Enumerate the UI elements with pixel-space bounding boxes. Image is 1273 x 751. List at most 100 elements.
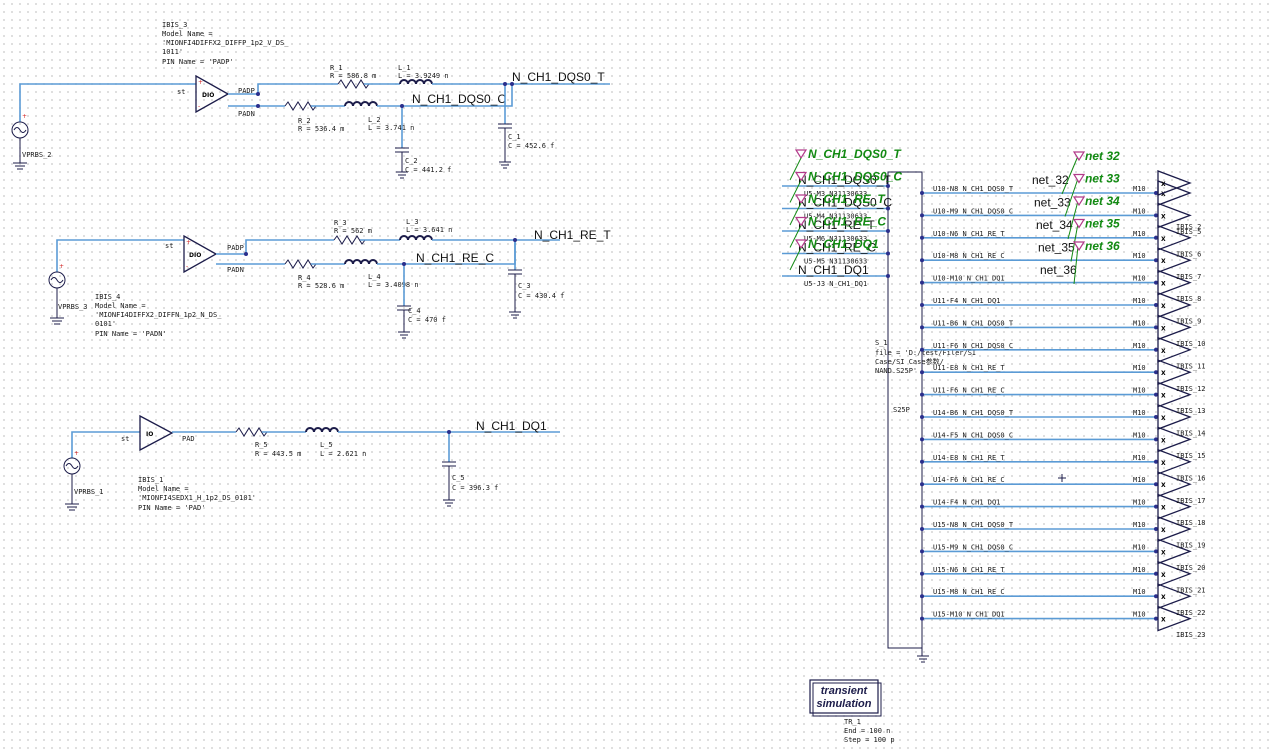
ibis-label: IBIS_23	[1176, 631, 1206, 639]
sparam-right-pin[interactable]	[920, 571, 924, 576]
sparam-right-pin[interactable]	[920, 482, 924, 487]
ibis-label: IBIS_21	[1176, 586, 1206, 594]
net-label: net_34	[1036, 218, 1073, 232]
sparam-right-pin[interactable]	[920, 459, 924, 464]
model-label: M10	[1133, 275, 1146, 283]
ibis-label: IBIS_12	[1176, 385, 1206, 393]
svg-text:DIO: DIO	[202, 92, 214, 99]
svg-text:IO: IO	[146, 431, 153, 438]
ibis-label: IBIS_22	[1176, 609, 1206, 617]
buffer-x-label: X	[1161, 348, 1166, 355]
svg-text:Step = 100 p: Step = 100 p	[844, 736, 895, 744]
probe-marker[interactable]	[1072, 173, 1086, 184]
ibis-label: IBIS_19	[1176, 542, 1206, 550]
sparam-right-pin[interactable]	[920, 594, 924, 599]
model-label: M10	[1133, 207, 1146, 215]
svg-text:st: st	[121, 435, 129, 443]
svg-text:R = 528.6 m: R = 528.6 m	[298, 282, 344, 290]
sparam-right-pin[interactable]	[920, 258, 924, 263]
svg-text:C = 430.4 f: C = 430.4 f	[518, 292, 564, 300]
probe-label: net 33	[1085, 172, 1120, 186]
sparam-right-pin[interactable]	[920, 235, 924, 240]
sparam-right-port-label: U14-F5 N_CH1_DQS0_C	[933, 431, 1013, 439]
sparam-right-port-label: U10-M9 N_CH1_DQS0_C	[933, 207, 1013, 215]
svg-text:C = 441.2 f: C = 441.2 f	[405, 166, 451, 174]
sparam-name: S_1	[875, 339, 888, 347]
sparam-right-port-label: U11-F4 N_CH1_DQ1	[933, 297, 1000, 305]
sparam-right-pin[interactable]	[920, 370, 924, 375]
transient-simulation-block[interactable]: transient simulation TR_1 End = 100 n St…	[809, 679, 895, 744]
svg-text:+: +	[22, 113, 27, 120]
model-label: M10	[1133, 454, 1146, 462]
probe-label: N_CH1_RE_T	[808, 192, 886, 206]
sparam-right-port-label: U10-N6 N_CH1_RE_T	[933, 230, 1005, 238]
sparam-left-net-label: N_CH1_DQ1	[798, 263, 869, 277]
svg-text:+: +	[74, 450, 79, 457]
net-label-dqs0-c: N_CH1_DQS0_C	[412, 92, 506, 106]
sparam-right-pin[interactable]	[920, 504, 924, 509]
svg-text:L_3: L_3	[406, 218, 419, 226]
svg-text:C_4: C_4	[408, 307, 421, 315]
buffer-x-label: X	[1161, 213, 1166, 220]
sparam-left-pin[interactable]	[886, 229, 890, 233]
inductor-l3[interactable]	[399, 235, 433, 241]
buffer-x-label: X	[1161, 236, 1166, 243]
probe-marker[interactable]	[1072, 151, 1086, 162]
svg-text:C = 470 f: C = 470 f	[408, 316, 446, 324]
sparam-right-pin[interactable]	[920, 392, 924, 397]
sparam-right-port-label: U10-M10 N_CH1_DQ1	[933, 275, 1005, 283]
svg-text:Model Name =: Model Name =	[95, 302, 146, 310]
inductor-l2[interactable]	[344, 101, 378, 107]
ibis3-label: IBIS_3	[162, 21, 187, 29]
schematic-svg: + VPRBS_2 st DIO + - PADP PADN IBIS_3 Mo…	[11, 21, 1206, 744]
model-label: M10	[1133, 476, 1146, 484]
sparam-left-pin[interactable]	[886, 251, 890, 256]
model-label: M10	[1133, 499, 1146, 507]
schematic-canvas[interactable]: + VPRBS_2 st DIO + - PADP PADN IBIS_3 Mo…	[0, 0, 1273, 751]
svg-text:C_5: C_5	[452, 474, 465, 482]
sparam-right-port-label: U11-F6 N_CH1_DQS0_C	[933, 342, 1013, 350]
sparam-right-pin[interactable]	[920, 347, 924, 352]
ibis-label: IBIS_9	[1176, 318, 1201, 326]
probe-marker[interactable]	[1072, 241, 1086, 252]
probe-marker[interactable]	[1072, 218, 1086, 229]
ibis-label: IBIS_6	[1176, 250, 1201, 258]
svg-text:C_2: C_2	[405, 157, 418, 165]
buffer-io[interactable]	[139, 414, 174, 452]
sparam-block[interactable]: S25P S_1 file = 'D:/test/Filer/SI Case/S…	[782, 147, 1206, 663]
inductor-l5[interactable]	[305, 427, 339, 433]
probe-label: N_CH1_DQS0_T	[808, 147, 902, 161]
svg-text:L = 3.4098 n: L = 3.4098 n	[368, 281, 419, 289]
sparam-right-pin[interactable]	[920, 325, 924, 330]
ibis-label: IBIS_11	[1176, 362, 1206, 370]
sparam-right-pin[interactable]	[920, 616, 924, 621]
ibis-label: IBIS_5	[1176, 228, 1201, 236]
svg-text:L = 3.641 n: L = 3.641 n	[406, 226, 452, 234]
sparam-right-pin[interactable]	[920, 437, 924, 442]
svg-text:PAD: PAD	[182, 435, 195, 443]
inductor-l4[interactable]	[344, 259, 378, 265]
sparam-center-label: S25P	[893, 406, 910, 414]
probe-marker[interactable]	[794, 149, 808, 160]
ibis-label: IBIS_15	[1176, 452, 1206, 460]
source-label-1: VPRBS_2	[22, 151, 52, 159]
svg-text:R_5: R_5	[255, 441, 268, 449]
svg-text:R_4: R_4	[298, 274, 311, 282]
source-label-1b: VPRBS_1	[74, 488, 104, 496]
sparam-right-pin[interactable]	[920, 303, 924, 307]
sparam-right-pin[interactable]	[920, 527, 924, 531]
sparam-right-pin[interactable]	[920, 280, 924, 285]
sparam-right-pin[interactable]	[920, 549, 924, 554]
sparam-right-pin[interactable]	[920, 213, 924, 218]
sparam-right-pin[interactable]	[920, 191, 924, 195]
model-label: M10	[1133, 319, 1146, 327]
svg-text:L_5: L_5	[320, 441, 333, 449]
sparam-right-pin[interactable]	[920, 415, 924, 419]
sparam-left-pin[interactable]	[886, 274, 890, 278]
inductor-l1[interactable]	[399, 79, 433, 85]
svg-text:R = 586.8 m: R = 586.8 m	[330, 72, 376, 80]
net-label-re-c: N_CH1_RE_C	[416, 251, 494, 265]
svg-text:simulation: simulation	[816, 698, 871, 710]
probe-marker[interactable]	[1072, 196, 1086, 207]
net-label: net_36	[1040, 263, 1077, 277]
